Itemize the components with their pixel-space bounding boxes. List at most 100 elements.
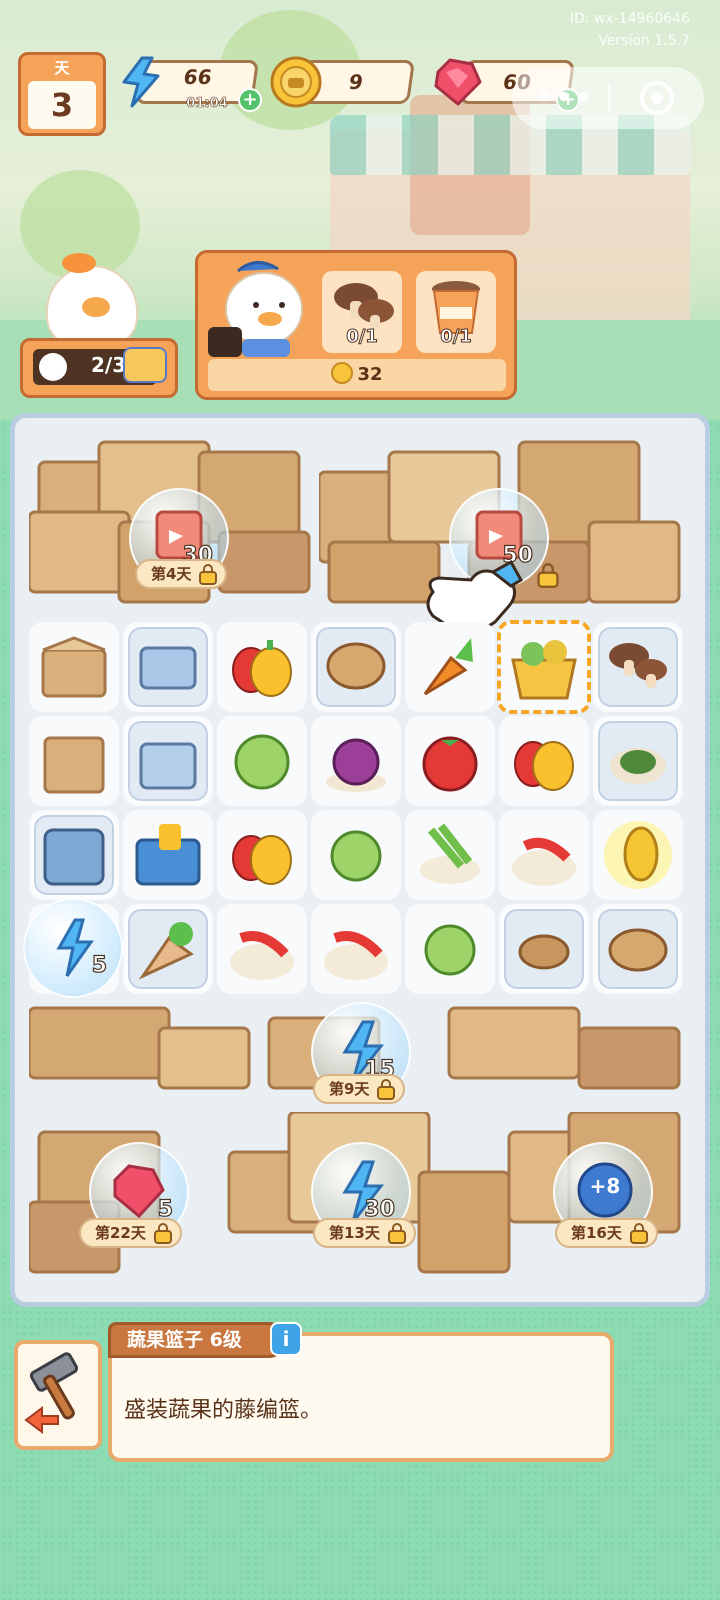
corn-item bbox=[604, 821, 672, 889]
item-info-title: 蔬果篮子 6级 bbox=[108, 1322, 285, 1358]
order-reward: 32 bbox=[208, 359, 506, 391]
board-cell[interactable] bbox=[311, 716, 401, 806]
order-slot-mushroom: 0/1 bbox=[322, 271, 402, 353]
board-cell[interactable] bbox=[593, 716, 683, 806]
tomato-item bbox=[422, 736, 478, 792]
chest-amount: +8 bbox=[589, 1174, 621, 1198]
cake-icon bbox=[123, 347, 167, 383]
debug-id: ID: wx-14960646 bbox=[569, 11, 690, 27]
unlock-day-badge: 第9天 bbox=[313, 1074, 406, 1104]
chili-plate-item bbox=[324, 931, 388, 980]
order-item-count: 0/1 bbox=[346, 326, 379, 348]
lock-icon bbox=[537, 563, 559, 588]
board-cell[interactable] bbox=[311, 904, 401, 994]
board-cell[interactable] bbox=[123, 622, 213, 712]
close-target-icon[interactable] bbox=[640, 81, 674, 115]
order-card[interactable]: 0/1 0/1 32 bbox=[195, 250, 517, 400]
board-cell[interactable] bbox=[499, 810, 589, 900]
board-cell-selected[interactable] bbox=[497, 620, 591, 714]
customer-duck bbox=[208, 261, 303, 357]
board-cell[interactable] bbox=[123, 716, 213, 806]
version-label: Version 1.5.7 bbox=[598, 33, 690, 49]
lock-icon bbox=[153, 1223, 172, 1244]
coin-icon bbox=[270, 56, 322, 108]
chef-count: 2/3 bbox=[91, 353, 127, 377]
chili-plate-item bbox=[512, 838, 576, 886]
capsule-divider bbox=[608, 85, 610, 111]
board-cell[interactable]: 5 bbox=[23, 898, 123, 998]
chef-beak bbox=[82, 297, 110, 317]
unlock-day-label: 第13天 bbox=[329, 1224, 380, 1242]
bell-pepper-item bbox=[514, 741, 574, 791]
wicker-basket-item bbox=[608, 928, 668, 972]
unlock-day-badge: 第22天 bbox=[79, 1218, 182, 1248]
board-cell[interactable] bbox=[29, 810, 119, 900]
board-cell[interactable] bbox=[311, 622, 401, 712]
lettuce-item bbox=[234, 734, 290, 790]
lock-icon bbox=[377, 1079, 396, 1100]
board-cell[interactable] bbox=[405, 810, 495, 900]
unlock-day-label: 第22天 bbox=[95, 1224, 146, 1242]
board-cell[interactable] bbox=[499, 904, 589, 994]
unlock-day-label: 第4天 bbox=[151, 565, 192, 583]
onion-item bbox=[326, 738, 386, 792]
board-cell[interactable] bbox=[405, 622, 495, 712]
board-cell[interactable] bbox=[217, 904, 307, 994]
energy-value: 66 bbox=[182, 65, 214, 89]
chef-hat bbox=[62, 253, 96, 273]
energy-bubble[interactable]: 5 bbox=[23, 898, 123, 998]
unlock-day-badge: 第4天 bbox=[135, 559, 228, 589]
board-cell[interactable] bbox=[405, 904, 495, 994]
board-cell[interactable] bbox=[217, 716, 307, 806]
unlock-day-label: 第16天 bbox=[571, 1224, 622, 1242]
coin-icon bbox=[331, 362, 354, 384]
container-box-item bbox=[139, 646, 197, 690]
lettuce-item bbox=[424, 924, 476, 976]
cardboard-box-item bbox=[41, 636, 107, 698]
board-cell[interactable] bbox=[593, 622, 683, 712]
chef-character[interactable] bbox=[46, 253, 138, 347]
board-cell[interactable] bbox=[29, 716, 119, 806]
scallion-plate-item bbox=[420, 823, 480, 884]
unlock-day-badge: 第16天 bbox=[555, 1218, 658, 1248]
bell-pepper-item bbox=[232, 835, 292, 885]
unlock-day-label: 第9天 bbox=[329, 1080, 370, 1098]
board-cell[interactable] bbox=[499, 716, 589, 806]
info-icon[interactable]: i bbox=[270, 1322, 302, 1356]
ice-machine-item bbox=[43, 828, 105, 886]
spinach-plate-item bbox=[610, 748, 666, 784]
day-counter: 天 3 bbox=[18, 52, 106, 136]
board-cell[interactable] bbox=[123, 810, 213, 900]
lock-icon bbox=[199, 564, 218, 585]
board-cell[interactable] bbox=[123, 904, 213, 994]
mushroom-item bbox=[609, 643, 667, 688]
board-cell[interactable] bbox=[593, 810, 683, 900]
gem-icon bbox=[434, 58, 482, 106]
energy-icon bbox=[56, 918, 94, 977]
lock-icon bbox=[387, 1223, 406, 1244]
menu-capsule: ••• bbox=[512, 67, 704, 129]
cardboard-box-item bbox=[43, 736, 105, 794]
coins-value: 9 bbox=[347, 70, 365, 94]
board-cell[interactable] bbox=[29, 622, 119, 712]
energy-timer: 01:04 bbox=[186, 96, 228, 112]
chili-plate-item bbox=[230, 931, 294, 980]
board-cell[interactable] bbox=[217, 810, 307, 900]
energy-plus-button[interactable]: + bbox=[238, 88, 262, 112]
chef-panel[interactable]: 2/3 bbox=[20, 338, 178, 398]
board-cell[interactable] bbox=[217, 622, 307, 712]
more-icon[interactable]: ••• bbox=[536, 83, 595, 113]
merge-board: 30 第4天 50 5 15 第9天 5 第22天 30 第13天 +8 第16… bbox=[10, 413, 710, 1307]
board-cell[interactable] bbox=[593, 904, 683, 994]
board-cell[interactable] bbox=[405, 716, 495, 806]
day-label: 天 bbox=[54, 59, 70, 77]
chef-mini-icon bbox=[39, 353, 67, 381]
bubble-amount: 5 bbox=[91, 952, 108, 978]
debug-info: ID: wx-14960646 Version 1.5.7 bbox=[570, 8, 690, 52]
board-cell[interactable] bbox=[311, 810, 401, 900]
bell-pepper-item bbox=[232, 640, 292, 697]
order-reward-value: 32 bbox=[357, 364, 383, 385]
hammer-tool-button[interactable] bbox=[14, 1340, 102, 1450]
cooler-box-item bbox=[135, 824, 201, 886]
container-box-item bbox=[139, 742, 197, 790]
